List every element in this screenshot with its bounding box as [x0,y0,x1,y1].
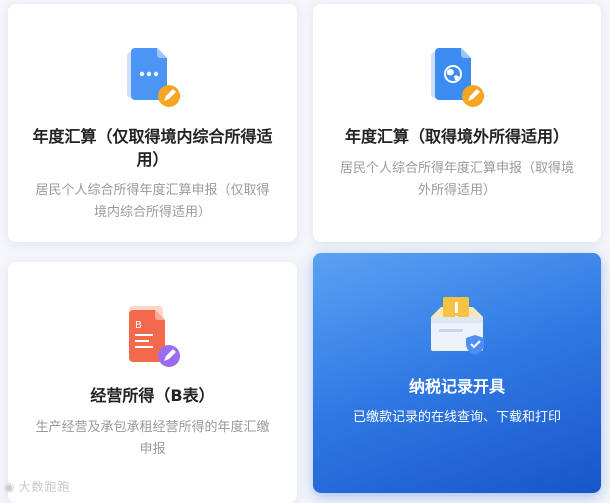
card-title: 年度汇算（取得境外所得适用） [344,127,569,146]
card-annual-overseas[interactable]: 年度汇算（取得境外所得适用） 居民个人综合所得年度汇算申报（取得境外所得适用） [313,4,601,242]
card-title: 经营所得（B表） [90,386,215,405]
document-dots-edit-icon [121,46,185,112]
svg-text:B: B [135,320,142,331]
card-description: 居民个人综合所得年度汇算申报（仅取得境内综合所得适用） [35,183,270,220]
watermark-text: 大数跑跑 [18,480,71,494]
weibo-icon: ◉ [4,480,16,494]
document-b-edit-icon: B [121,302,185,368]
document-globe-edit-icon [425,46,489,112]
tax-record-box-icon [425,295,489,361]
card-description: 居民个人综合所得年度汇算申报（取得境外所得适用） [339,161,574,198]
card-description: 已缴款记录的在线查询、下载和打印 [352,410,561,425]
card-description: 生产经营及承包承租经营所得的年度汇缴申报 [35,420,270,457]
card-tax-record[interactable]: 纳税记录开具 已缴款记录的在线查询、下载和打印 [313,253,601,493]
tax-filing-grid: 年度汇算（仅取得境内综合所得适用） 居民个人综合所得年度汇算申报（仅取得境内综合… [0,0,610,503]
card-title: 纳税记录开具 [408,377,505,396]
watermark: ◉ 大数跑跑 [4,478,71,495]
card-business-income-b[interactable]: B 经营所得（B表） 生产经营及承包承租经营所得的年度汇缴申报 [8,262,297,503]
card-annual-domestic[interactable]: 年度汇算（仅取得境内综合所得适用） 居民个人综合所得年度汇算申报（仅取得境内综合… [8,4,297,242]
card-title: 年度汇算（仅取得境内综合所得适用） [32,127,273,169]
